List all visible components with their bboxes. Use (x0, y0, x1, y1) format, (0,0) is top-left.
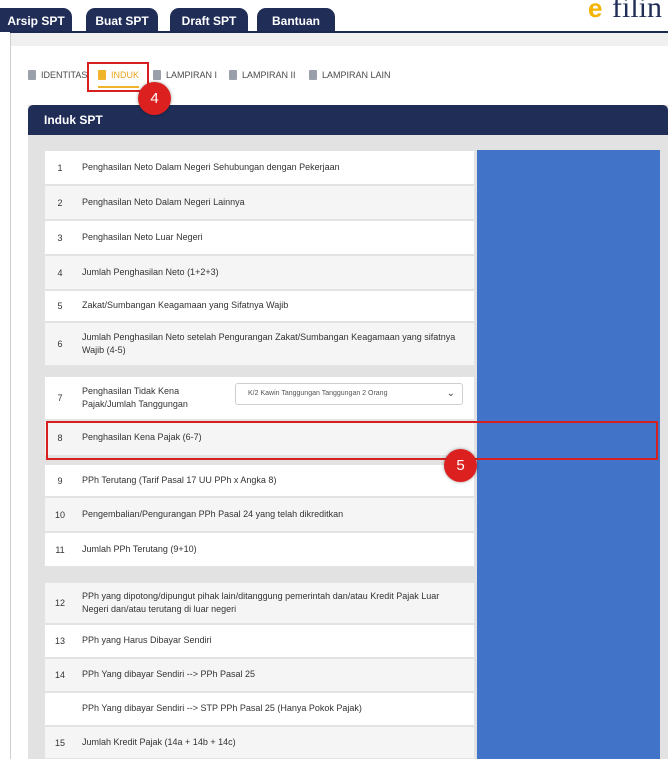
row-label: Jumlah Penghasilan Neto setelah Penguran… (82, 331, 456, 355)
subtab-identitas[interactable]: IDENTITAS (28, 64, 87, 86)
row-label: PPh Yang dibayar Sendiri --> STP PPh Pas… (82, 703, 362, 714)
row-number: 14 (54, 670, 65, 680)
subtab-lampiran-lain[interactable]: LAMPIRAN LAIN (309, 64, 391, 86)
row-number: 10 (54, 509, 65, 520)
top-tab-bar: Arsip SPT Buat SPT Draft SPT Bantuan e f… (0, 0, 668, 33)
form-row: 15 Jumlah Kredit Pajak (14a + 14b + 14c) (44, 726, 475, 759)
form-row: 7 Penghasilan Tidak Kena Pajak/Jumlah Tan… (44, 376, 475, 420)
subtab-label: IDENTITAS (41, 70, 88, 80)
tab-buat-spt[interactable]: Buat SPT (86, 8, 158, 32)
row-label: Zakat/Sumbangan Keagamaan yang Sifatnya … (82, 300, 289, 311)
ptkp-select[interactable]: K/2 Kawin Tanggungan Tanggungan 2 Orang ⌄ (235, 383, 463, 405)
row-label: Pengembalian/Pengurangan PPh Pasal 24 ya… (82, 508, 344, 519)
row-number: 6 (57, 339, 63, 349)
document-icon (309, 69, 317, 80)
subtab-label: LAMPIRAN II (242, 70, 296, 80)
row-number: 1 (57, 162, 63, 173)
form-row: 5 Zakat/Sumbangan Keagamaan yang Sifatnya… (44, 290, 475, 322)
form-row: 2 Penghasilan Neto Dalam Negeri Lainnya (44, 185, 475, 220)
subtab-label: LAMPIRAN I (166, 70, 218, 80)
form-row: 6 Jumlah Penghasilan Neto setelah Pengura… (44, 322, 475, 366)
form-row: 11 Jumlah PPh Terutang (9+10) (44, 532, 475, 567)
form-row: 3 Penghasilan Neto Luar Negeri (44, 220, 475, 255)
document-icon (28, 69, 36, 80)
row-number: 2 (57, 197, 63, 208)
efiling-logo: e filin (588, 0, 668, 22)
subtab-lampiran-ii[interactable]: LAMPIRAN II (229, 64, 296, 86)
form-row: 10 Pengembalian/Pengurangan PPh Pasal 24 … (44, 497, 475, 532)
form-row: 14 PPh Yang dibayar Sendiri --> PPh Pasal… (44, 658, 475, 692)
panel-title: Induk SPT (28, 105, 668, 135)
row-label: PPh Yang dibayar Sendiri --> PPh Pasal 2… (82, 669, 256, 680)
row-label: PPh yang Harus Dibayar Sendiri (82, 635, 212, 646)
row-number: 7 (57, 393, 63, 403)
form-row: 1 Penghasilan Neto Dalam Negeri Sehubunga… (44, 150, 475, 185)
tab-bantuan[interactable]: Bantuan (257, 8, 335, 32)
row-number: 3 (57, 232, 63, 243)
highlight-box-induk (87, 62, 149, 92)
row-number: 4 (57, 267, 63, 278)
row-label: Jumlah Penghasilan Neto (1+2+3) (82, 266, 219, 277)
row-label: Jumlah PPh Terutang (9+10) (82, 543, 197, 554)
tab-draft-spt[interactable]: Draft SPT (170, 8, 248, 32)
row-label: Penghasilan Neto Luar Negeri (82, 231, 203, 242)
highlight-box-row-8 (46, 421, 658, 460)
row-number: 15 (54, 737, 65, 748)
row-label: Penghasilan Neto Dalam Negeri Lainnya (82, 196, 245, 207)
row-number: 11 (55, 544, 65, 555)
row-label: Penghasilan Neto Dalam Negeri Sehubungan… (82, 161, 340, 172)
row-number (45, 693, 75, 725)
row-number: 9 (57, 475, 63, 486)
form-row: 12 PPh yang dipotong/dipungut pihak lain/… (44, 582, 475, 624)
form-row: 9 PPh Terutang (Tarif Pasal 17 UU PPh x A… (44, 464, 475, 497)
header-strip (11, 33, 668, 46)
efiling-logo-icon: e (588, 0, 603, 22)
document-icon (153, 69, 161, 80)
row-number: 12 (54, 598, 65, 608)
document-icon (229, 69, 237, 80)
chevron-down-icon: ⌄ (446, 388, 455, 399)
row-label: PPh Terutang (Tarif Pasal 17 UU PPh x An… (82, 474, 277, 485)
subtab-lampiran-i[interactable]: LAMPIRAN I (153, 64, 217, 86)
row-number: 5 (57, 301, 63, 311)
left-border (10, 0, 11, 759)
tab-arsip-spt[interactable]: Arsip SPT (0, 8, 72, 32)
subtab-label: LAMPIRAN LAIN (322, 70, 391, 80)
row-label: Jumlah Kredit Pajak (14a + 14b + 14c) (82, 736, 236, 747)
row-label: Penghasilan Tidak Kena Pajak/Jumlah Tang… (82, 385, 188, 409)
form-row: 4 Jumlah Penghasilan Neto (1+2+3) (44, 255, 475, 290)
brand-text: filin (612, 0, 662, 22)
step-badge-4: 4 (138, 82, 171, 115)
row-label: PPh yang dipotong/dipungut pihak lain/di… (82, 590, 440, 614)
ptkp-select-value: K/2 Kawin Tanggungan Tanggungan 2 Orang (248, 390, 388, 397)
form-row: PPh Yang dibayar Sendiri --> STP PPh Pas… (44, 692, 475, 726)
step-badge-5: 5 (444, 449, 477, 482)
form-row: 13 PPh yang Harus Dibayar Sendiri (44, 624, 475, 658)
row-number: 13 (54, 636, 65, 646)
